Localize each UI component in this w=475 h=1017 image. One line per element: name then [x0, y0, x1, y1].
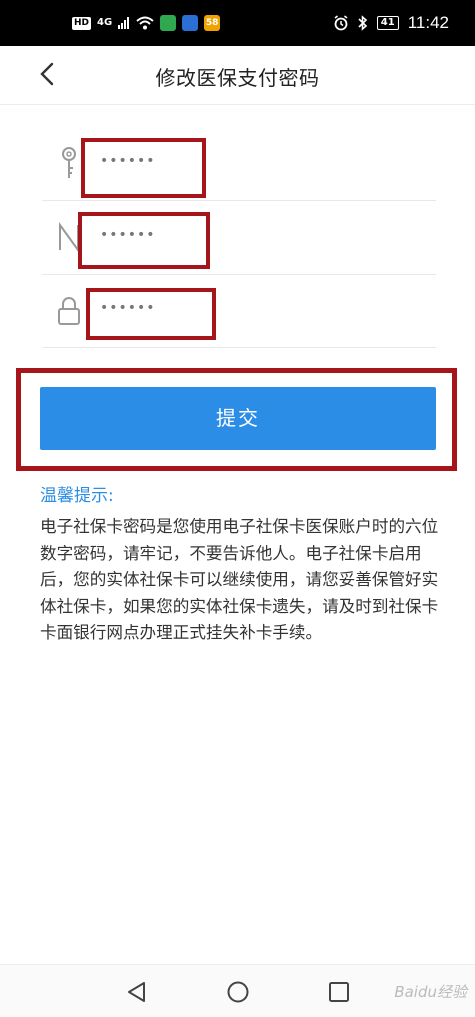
signal-icon	[118, 17, 130, 29]
status-bar-right: 41 11:42	[333, 11, 449, 35]
status-bar: HD 4G 58 41 11:42	[0, 0, 475, 46]
lock-icon	[58, 297, 80, 325]
key-icon	[62, 147, 76, 178]
battery-indicator: 41	[376, 16, 399, 30]
map-app-icon	[160, 15, 177, 31]
highlight-box	[78, 212, 210, 269]
app-58-icon: 58	[204, 15, 221, 31]
clock: 11:42	[407, 13, 449, 32]
app-notification-icon	[182, 15, 199, 31]
bluetooth-icon	[358, 15, 367, 31]
highlight-box	[86, 288, 216, 340]
recents-square-icon[interactable]	[326, 979, 352, 1005]
submit-button[interactable]: 提交	[40, 387, 436, 450]
system-nav-bar: Baidu经验	[0, 964, 475, 1017]
page-title: 修改医保支付密码	[155, 66, 320, 90]
hd-badge: HD	[72, 16, 92, 30]
network-type-label: 4G	[97, 17, 113, 28]
alarm-icon	[334, 15, 348, 31]
status-bar-left: HD 4G 58	[72, 13, 221, 33]
tips-title: 温馨提示:	[40, 486, 114, 506]
tips-body: 电子社保卡密码是您使用电子社保卡医保账户时的六位数字密码，请牢记，不要告诉他人。…	[40, 517, 439, 642]
wifi-icon	[136, 16, 154, 30]
nav-header: 修改医保支付密码	[0, 46, 475, 105]
home-circle-icon[interactable]	[225, 979, 251, 1005]
back-triangle-icon[interactable]	[124, 979, 150, 1005]
watermark: Baidu经验	[394, 983, 467, 1001]
highlight-box	[81, 138, 206, 198]
